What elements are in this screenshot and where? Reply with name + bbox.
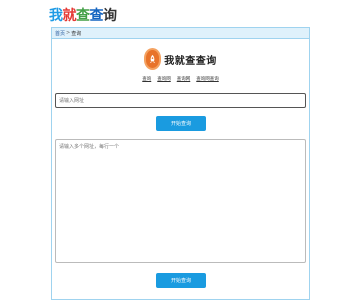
logo-char-2: 就 <box>62 8 77 24</box>
breadcrumb-separator: > <box>66 30 71 36</box>
brand-header: 我就查查询 <box>52 48 309 70</box>
logo-char-4: 查 <box>89 8 104 24</box>
quick-link-2[interactable]: 查询网 <box>157 76 171 82</box>
quick-link-4[interactable]: 查询网查询 <box>196 76 219 82</box>
breadcrumb: 首页 > 查询 <box>52 28 309 39</box>
logo-char-5: 询 <box>103 8 117 24</box>
logo-char-3: 查 <box>76 8 90 24</box>
main-panel: 首页 > 查询 我就查查询 查询 查询网 查询网 查询网查询 开始查询 开始查询 <box>51 27 310 300</box>
breadcrumb-home-link[interactable]: 首页 <box>55 30 65 37</box>
rocket-icon <box>144 48 162 70</box>
query-button[interactable]: 开始查询 <box>156 116 206 131</box>
quick-links: 查询 查询网 查询网 查询网查询 <box>52 76 309 82</box>
quick-link-1[interactable]: 查询 <box>142 76 151 82</box>
logo-char-1: 我 <box>49 8 63 24</box>
breadcrumb-current: 查询 <box>71 30 82 37</box>
brand-name: 我就查查询 <box>164 55 217 67</box>
batch-url-textarea[interactable] <box>55 139 306 263</box>
site-logo[interactable]: 我 就 查 查 询 <box>49 6 117 26</box>
url-input[interactable] <box>55 93 306 108</box>
batch-query-button[interactable]: 开始查询 <box>156 273 206 288</box>
quick-link-3[interactable]: 查询网 <box>177 76 191 82</box>
